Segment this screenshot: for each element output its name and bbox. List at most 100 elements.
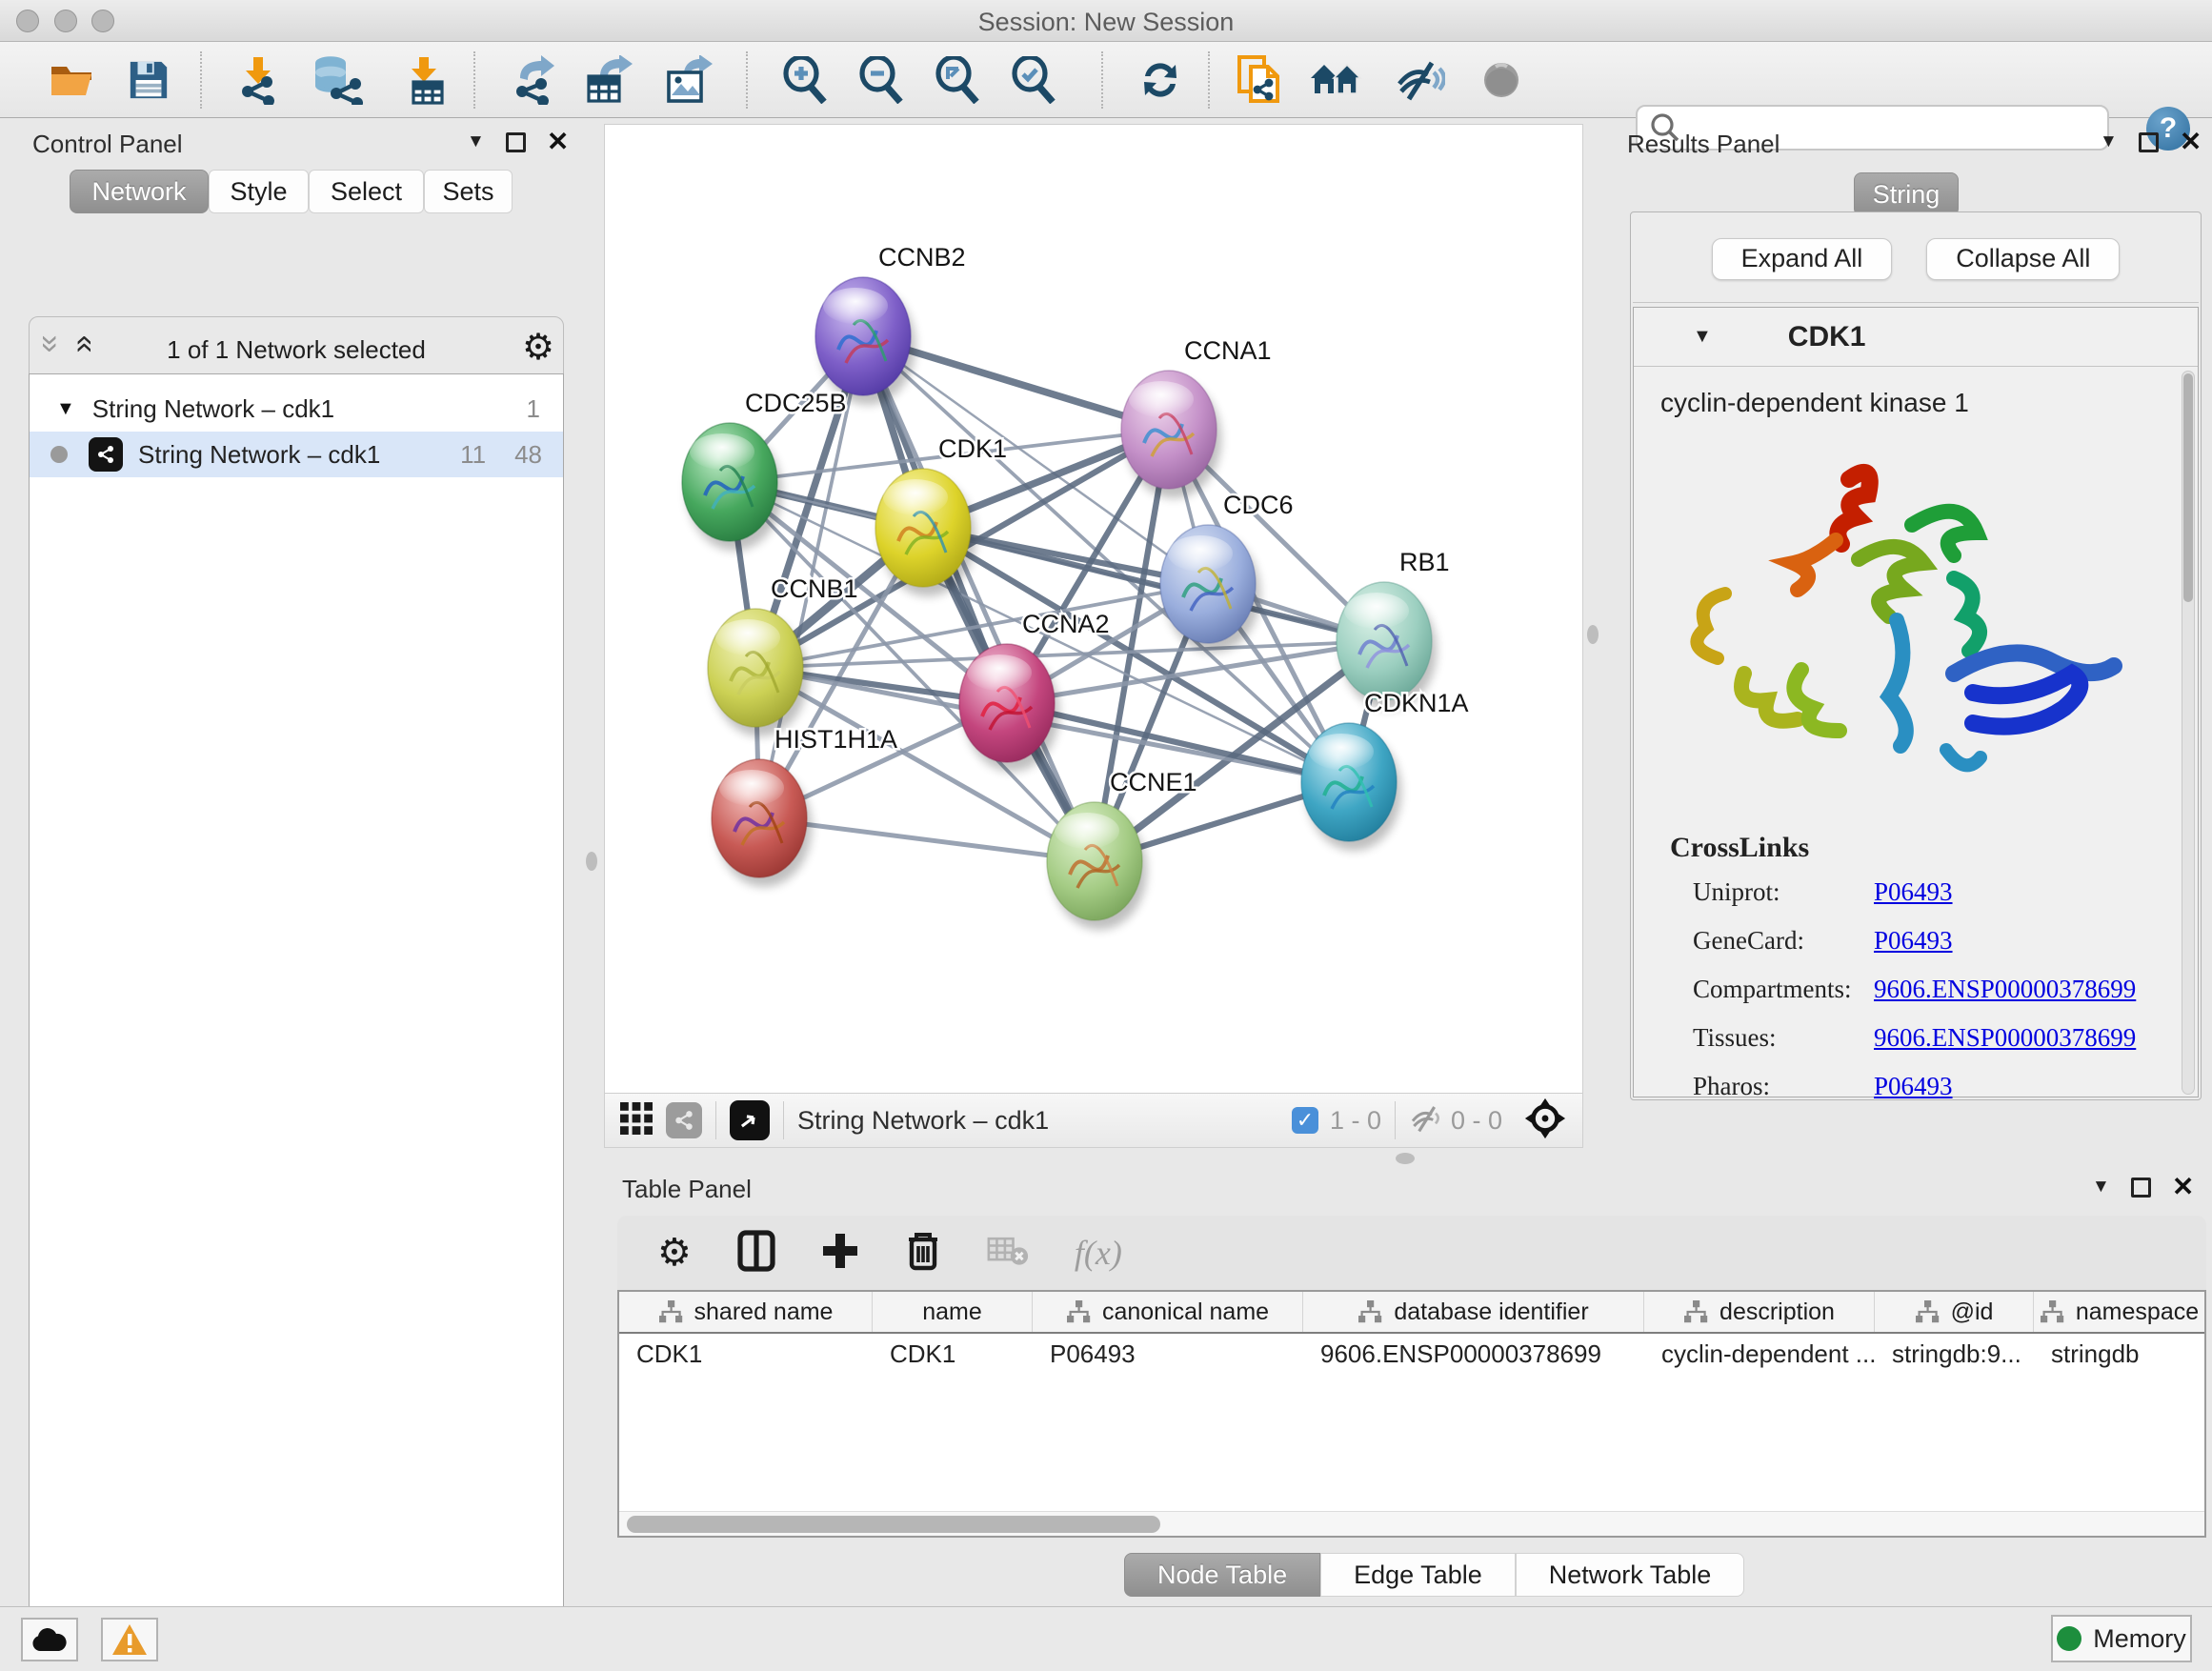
table-tabs: Node Table Edge Table Network Table	[1124, 1553, 1744, 1595]
detach-view-icon[interactable]	[730, 1100, 770, 1140]
tree-expand-icon[interactable]: ▼	[56, 398, 75, 420]
open-session-icon[interactable]	[46, 53, 99, 107]
warning-status-icon[interactable]	[101, 1618, 158, 1661]
crosslink-label: GeneCard:	[1693, 926, 1874, 956]
zoom-out-icon[interactable]	[855, 53, 909, 107]
import-database-icon[interactable]	[310, 53, 363, 107]
results-panel-collapse-icon[interactable]: ▼	[2100, 131, 2118, 152]
save-session-icon[interactable]	[122, 53, 175, 107]
table-cell[interactable]: P06493	[1033, 1334, 1303, 1375]
birds-eye-icon[interactable]	[1475, 53, 1528, 107]
export-network-icon[interactable]	[507, 53, 560, 107]
tab-string[interactable]: String	[1854, 172, 1959, 216]
zoom-selected-icon[interactable]	[1008, 53, 1061, 107]
delete-column-icon[interactable]	[905, 1230, 941, 1277]
tab-sets[interactable]: Sets	[424, 170, 513, 213]
network-view-toolbar: String Network – cdk1 ✓ 1 - 0 0 - 0	[604, 1094, 1583, 1148]
add-column-icon[interactable]	[821, 1232, 859, 1275]
duplicate-network-icon[interactable]	[1233, 53, 1286, 107]
network-label: String Network – cdk1	[138, 440, 380, 470]
results-scrollbar[interactable]	[2182, 371, 2195, 1095]
tab-select[interactable]: Select	[309, 170, 424, 213]
selected-indicator-checkbox[interactable]: ✓	[1292, 1107, 1318, 1134]
svg-text:CDK1: CDK1	[938, 434, 1007, 463]
column-header[interactable]: shared name	[619, 1292, 873, 1332]
network-graph[interactable]: CCNB2CCNA1CDC25BCDK1CDC6RB1CCNB1CCNA2CDK…	[605, 125, 1582, 1093]
tab-node-table[interactable]: Node Table	[1124, 1553, 1320, 1597]
crosslink-value[interactable]: P06493	[1874, 926, 2198, 956]
cloud-status-icon[interactable]	[21, 1618, 78, 1661]
tab-edge-table[interactable]: Edge Table	[1320, 1553, 1516, 1597]
import-network-icon[interactable]	[232, 53, 286, 107]
import-table-icon[interactable]	[400, 53, 453, 107]
expand-all-button[interactable]: Expand All	[1712, 238, 1893, 280]
table-cell[interactable]: 9606.ENSP00000378699	[1303, 1334, 1644, 1375]
results-panel-float-icon[interactable]	[2139, 132, 2159, 152]
grid-view-icon[interactable]	[618, 1100, 654, 1141]
table-panel-float-icon[interactable]	[2131, 1178, 2151, 1198]
node-table: shared name name canonical name database…	[617, 1290, 2206, 1538]
table-row[interactable]: CDK1 CDK1 P06493 9606.ENSP00000378699 cy…	[619, 1334, 2204, 1375]
zoom-fit-icon[interactable]	[932, 53, 985, 107]
tab-style[interactable]: Style	[209, 170, 309, 213]
results-panel-close-icon[interactable]: ✕	[2180, 132, 2202, 151]
crosslink-value[interactable]: 9606.ENSP00000378699	[1874, 975, 2198, 1004]
control-panel-close-icon[interactable]: ✕	[547, 132, 569, 151]
table-header-row: shared name name canonical name database…	[619, 1292, 2204, 1334]
protein-structure-image	[1668, 445, 2163, 807]
entry-description: cyclin-dependent kinase 1	[1634, 367, 2198, 418]
table-panel-collapse-icon[interactable]: ▼	[2092, 1177, 2110, 1198]
column-type-icon	[1357, 1299, 1382, 1324]
table-settings-gear-icon[interactable]: ⚙	[657, 1231, 692, 1275]
crosslink-label: Pharos:	[1693, 1072, 1874, 1101]
tab-network[interactable]: Network	[70, 170, 209, 213]
memory-button[interactable]: Memory	[2051, 1615, 2192, 1662]
birds-eye-toggle-icon[interactable]	[1523, 1097, 1567, 1145]
tab-network-table[interactable]: Network Table	[1516, 1553, 1745, 1597]
column-header[interactable]: @id	[1875, 1292, 2034, 1332]
table-horizontal-scrollbar[interactable]	[619, 1511, 2204, 1536]
network-options-gear-icon[interactable]: ⚙	[522, 326, 554, 369]
svg-text:CCNA2: CCNA2	[1022, 610, 1110, 638]
crosslink-value[interactable]: 9606.ENSP00000378699	[1874, 1023, 2198, 1053]
refresh-icon[interactable]	[1134, 53, 1187, 107]
control-panel-collapse-icon[interactable]: ▼	[467, 131, 485, 152]
table-cell[interactable]: CDK1	[873, 1334, 1033, 1375]
svg-text:CDC6: CDC6	[1223, 491, 1294, 519]
column-header[interactable]: namespace	[2034, 1292, 2204, 1332]
table-cell[interactable]: stringdb:9...	[1875, 1334, 2034, 1375]
column-header[interactable]: name	[873, 1292, 1033, 1332]
network-row[interactable]: String Network – cdk1 11 48	[30, 432, 563, 477]
column-header[interactable]: database identifier	[1303, 1292, 1644, 1332]
export-table-icon[interactable]	[583, 53, 636, 107]
entry-collapse-icon[interactable]: ▼	[1693, 326, 1712, 348]
table-cell[interactable]: stringdb	[2034, 1334, 2204, 1375]
bottom-splitter-handle[interactable]	[1396, 1153, 1415, 1164]
left-splitter-handle[interactable]	[586, 852, 597, 871]
column-type-icon	[1066, 1299, 1091, 1324]
string-network-icon	[89, 437, 123, 472]
collapse-all-button[interactable]: Collapse All	[1926, 238, 2120, 280]
control-panel-float-icon[interactable]	[506, 132, 526, 152]
home-network-icon[interactable]	[1309, 53, 1362, 107]
share-view-icon[interactable]	[666, 1102, 702, 1138]
network-collection-row[interactable]: ▼ String Network – cdk1 1	[30, 386, 563, 432]
export-image-icon[interactable]	[663, 53, 716, 107]
crosslinks-title: CrossLinks	[1634, 807, 2198, 864]
results-entry-header[interactable]: ▼ CDK1	[1634, 308, 2198, 367]
column-header[interactable]: canonical name	[1033, 1292, 1303, 1332]
table-cell[interactable]: cyclin-dependent ...	[1644, 1334, 1875, 1375]
network-canvas[interactable]: CCNB2CCNA1CDC25BCDK1CDC6RB1CCNB1CCNA2CDK…	[604, 124, 1583, 1094]
zoom-in-icon[interactable]	[779, 53, 833, 107]
crosslink-value[interactable]: P06493	[1874, 1072, 2198, 1101]
memory-status-dot	[2057, 1626, 2081, 1651]
column-header[interactable]: description	[1644, 1292, 1875, 1332]
column-type-icon	[658, 1299, 683, 1324]
collection-label: String Network – cdk1	[92, 394, 334, 424]
crosslink-value[interactable]: P06493	[1874, 877, 2198, 907]
table-cell[interactable]: CDK1	[619, 1334, 873, 1375]
network-status-dot	[50, 446, 68, 463]
table-panel-close-icon[interactable]: ✕	[2172, 1178, 2194, 1197]
show-columns-icon[interactable]	[737, 1230, 775, 1277]
hide-selected-icon[interactable]	[1393, 53, 1446, 107]
